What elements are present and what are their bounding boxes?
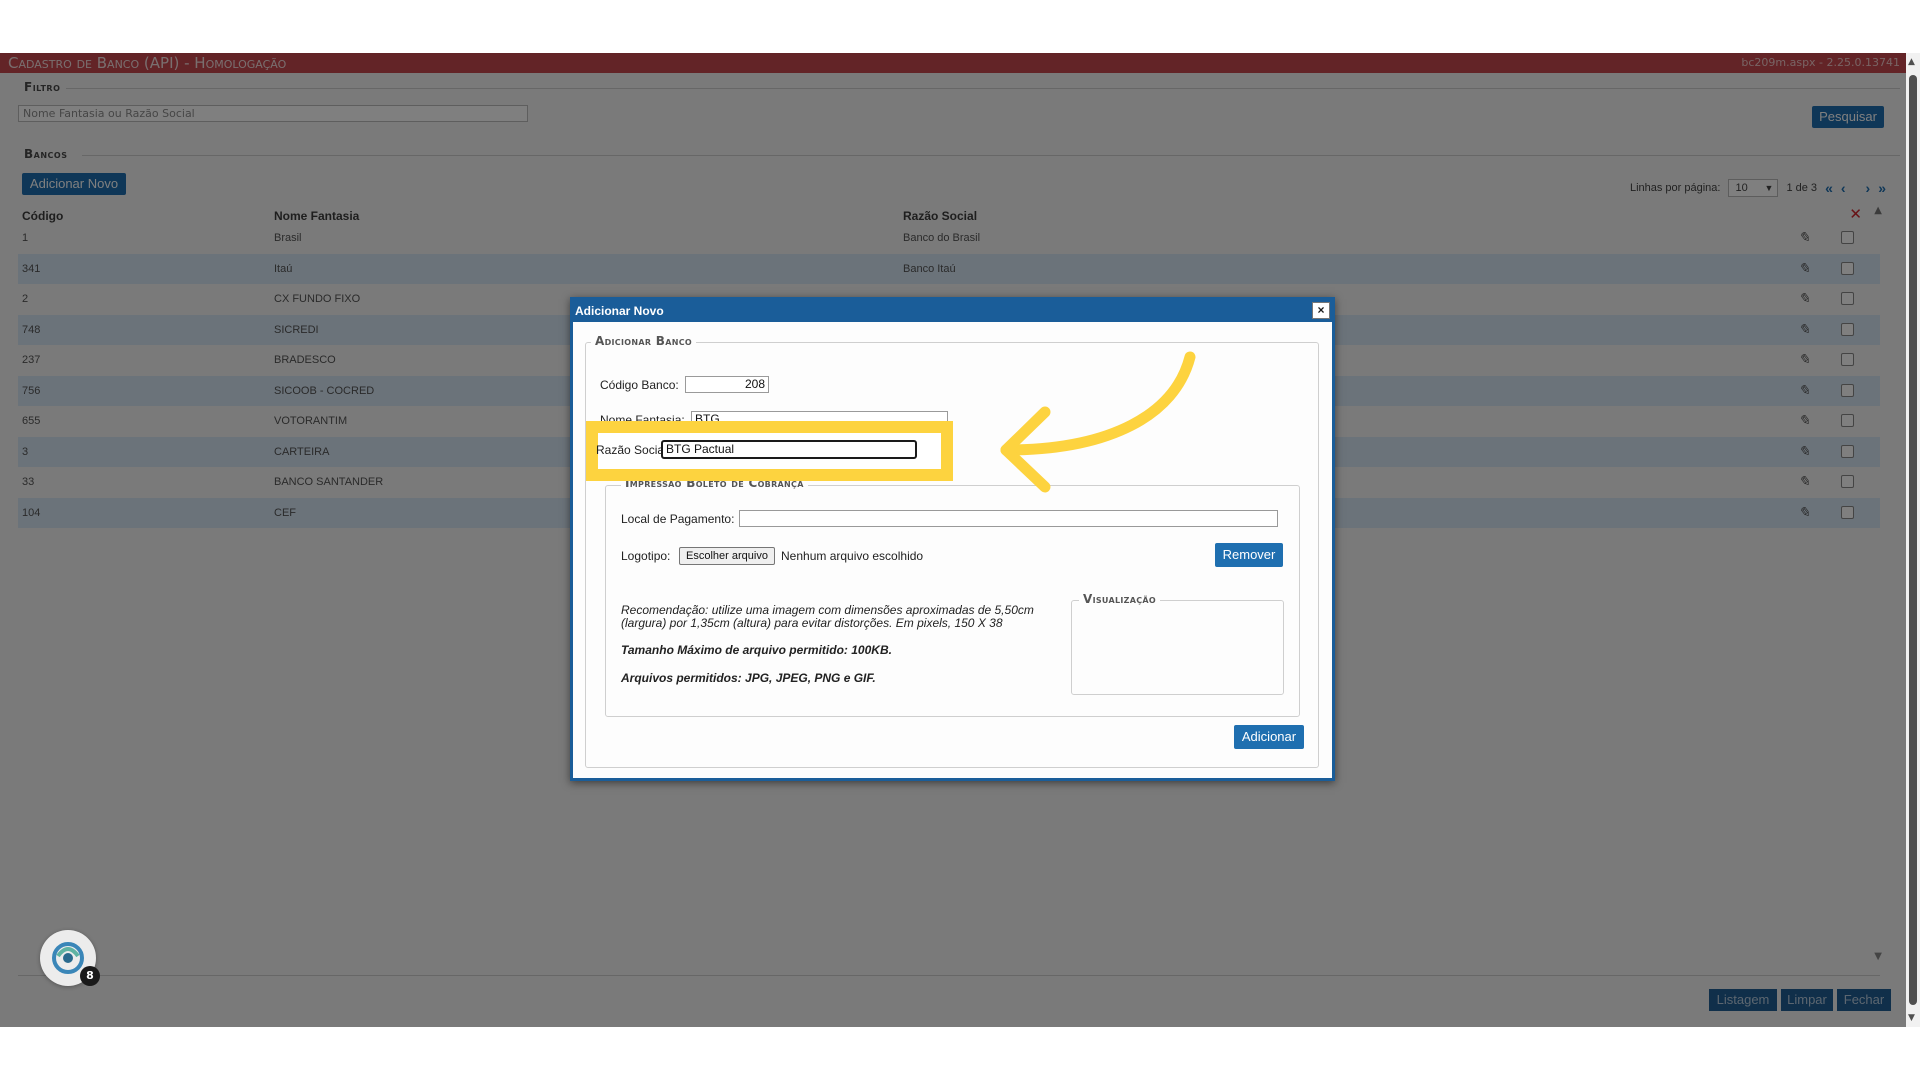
- logotipo-label: Logotipo:: [621, 549, 671, 563]
- scroll-down-icon[interactable]: ▼: [1908, 1013, 1915, 1023]
- razao-social-field[interactable]: BTG Pactual: [661, 440, 917, 459]
- adicionar-banco-legend: Adicionar Banco: [591, 334, 696, 348]
- chat-badge: 8: [80, 966, 100, 986]
- codigo-banco-label: Código Banco:: [600, 378, 679, 392]
- tamanho-note: Tamanho Máximo de arquivo permitido: 100…: [621, 643, 892, 657]
- local-pagamento-label: Local de Pagamento:: [621, 512, 735, 526]
- file-status: Nenhum arquivo escolhido: [781, 549, 924, 563]
- page-scrollbar[interactable]: ▲ ▼: [1906, 53, 1920, 1027]
- razao-social-label: Razão Social:: [596, 443, 671, 457]
- razao-social-highlight: Razão Social: BTG Pactual: [586, 421, 953, 481]
- visualizacao-fieldset: [1071, 600, 1284, 695]
- adicionar-novo-dialog: Adicionar Novo × Adicionar Banco Código …: [570, 297, 1335, 781]
- adicionar-button[interactable]: Adicionar: [1234, 725, 1304, 749]
- dialog-title-bar: Adicionar Novo ×: [573, 300, 1332, 322]
- escolher-arquivo-button[interactable]: Escolher arquivo: [679, 547, 775, 565]
- curved-arrow-icon: [1000, 351, 1196, 493]
- remover-button[interactable]: Remover: [1215, 543, 1283, 567]
- scroll-up-icon[interactable]: ▲: [1908, 57, 1915, 67]
- dialog-title: Adicionar Novo: [575, 304, 664, 318]
- close-icon[interactable]: ×: [1312, 302, 1330, 319]
- recomendacao-note: Recomendação: utilize uma imagem com dim…: [621, 603, 1034, 630]
- local-pagamento-field[interactable]: [739, 510, 1278, 527]
- codigo-banco-field[interactable]: 208: [685, 376, 769, 393]
- arquivos-note: Arquivos permitidos: JPG, JPEG, PNG e GI…: [621, 671, 876, 685]
- visualizacao-legend: Visualização: [1079, 592, 1160, 606]
- scrollbar-thumb[interactable]: [1909, 75, 1917, 1005]
